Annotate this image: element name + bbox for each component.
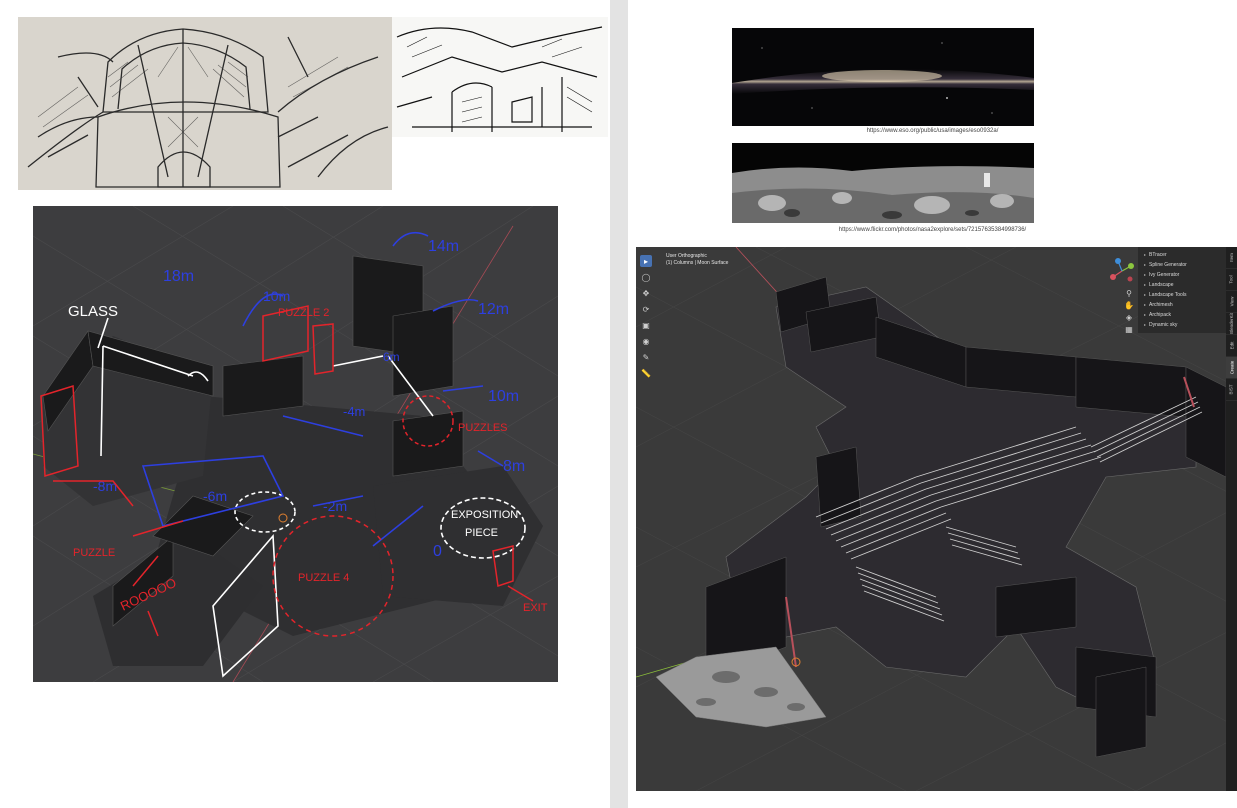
- right-page: https://www.eso.org/public/usa/images/es…: [628, 0, 1237, 808]
- addon-landscape[interactable]: ▸ Landscape: [1144, 280, 1220, 290]
- tab-create[interactable]: Create: [1226, 357, 1237, 379]
- rotate-tool-icon[interactable]: ⟳: [640, 303, 652, 315]
- note-12m: 12m: [478, 301, 509, 318]
- note-10m: 10m: [263, 288, 290, 304]
- image-caption-moon[interactable]: https://www.flickr.com/photos/nasa2explo…: [628, 227, 1237, 233]
- note-6m-b: -6m: [203, 488, 227, 504]
- navigation-controls: ⚲ ✋ ◈ ▦: [1123, 289, 1135, 337]
- tab-edit[interactable]: Edit: [1226, 335, 1237, 357]
- note-14m: 14m: [428, 238, 459, 255]
- addon-landscape-tools[interactable]: ▸ Landscape Tools: [1144, 290, 1220, 300]
- note-exposition: EXPOSITION: [451, 509, 518, 521]
- note-2m: -2m: [323, 498, 347, 514]
- tab-view[interactable]: View: [1226, 291, 1237, 313]
- note-puzzle-2: PUZZLE 2: [278, 307, 329, 319]
- zoom-icon[interactable]: ⚲: [1123, 289, 1135, 301]
- select-tool-icon[interactable]: ▸: [640, 255, 652, 267]
- cursor-tool-icon[interactable]: ◯: [640, 271, 652, 283]
- note-puzzle-4: PUZZLE 4: [298, 572, 349, 584]
- axis-gizmo[interactable]: [1108, 257, 1136, 285]
- addon-spline-generator[interactable]: ▸ Spline Generator: [1144, 260, 1220, 270]
- note-glass: GLASS: [68, 303, 118, 320]
- addon-ivy-generator[interactable]: ▸ Ivy Generator: [1144, 270, 1220, 280]
- addon-btracer[interactable]: ▸ BTracer: [1144, 250, 1220, 260]
- left-page: GLASS EXPOSITION PIECE 18m 10m 14m 12m 6…: [0, 0, 610, 808]
- viewport-header: User Orthographic (1) Columns | Moon Sur…: [666, 253, 728, 267]
- pan-hand-icon[interactable]: ✋: [1123, 301, 1135, 313]
- tab-bist[interactable]: BIST: [1226, 379, 1237, 401]
- create-panel: ▸ BTracer ▸ Spline Generator ▸ Ivy Generato…: [1138, 247, 1226, 333]
- note-6m: 6m: [383, 350, 400, 364]
- note-puzzle: PUZZLE: [73, 547, 115, 559]
- annotate-tool-icon[interactable]: ✎: [640, 351, 652, 363]
- tab-item[interactable]: Item: [1226, 247, 1237, 269]
- collection-label: (1) Columns | Moon Surface: [666, 260, 729, 266]
- image-caption-milky-way[interactable]: https://www.eso.org/public/usa/images/es…: [628, 128, 1237, 134]
- transform-tool-icon[interactable]: ◉: [640, 335, 652, 347]
- sketch-dome-image: [18, 17, 392, 190]
- addon-archipack[interactable]: ▸ Archipack: [1144, 310, 1220, 320]
- sketch-ink-image: [392, 17, 608, 137]
- sidebar-tabs: Item Tool View BlenderKit Edit Create BI…: [1226, 247, 1237, 791]
- note-puzzles: PUZZLES: [458, 422, 508, 434]
- camera-icon[interactable]: ◈: [1123, 313, 1135, 325]
- addon-archimesh[interactable]: ▸ Archimesh: [1144, 300, 1220, 310]
- note-zero: 0: [433, 543, 442, 560]
- moon-surface-panorama-image: [732, 143, 1034, 223]
- tab-blenderkit[interactable]: BlenderKit: [1226, 313, 1237, 335]
- note-4m: -4m: [343, 404, 365, 419]
- grid-icon[interactable]: ▦: [1123, 325, 1135, 337]
- note-10m-b: 10m: [488, 388, 519, 405]
- scale-tool-icon[interactable]: ▣: [640, 319, 652, 331]
- view-name: User Orthographic: [666, 253, 707, 259]
- note-8m: 8m: [503, 458, 525, 475]
- note-exit: EXIT: [523, 602, 548, 614]
- note-18m: 18m: [163, 268, 194, 285]
- page-gutter: [610, 0, 628, 808]
- tab-tool[interactable]: Tool: [1226, 269, 1237, 291]
- addon-dynamic-sky[interactable]: ▸ Dynamic sky: [1144, 320, 1220, 330]
- move-tool-icon[interactable]: ✥: [640, 287, 652, 299]
- milky-way-panorama-image: [732, 28, 1034, 126]
- tool-shelf: ▸ ◯ ✥ ⟳ ▣ ◉ ✎ 📏: [640, 255, 654, 383]
- blender-viewport[interactable]: User Orthographic (1) Columns | Moon Sur…: [636, 247, 1237, 791]
- measure-tool-icon[interactable]: 📏: [640, 367, 652, 379]
- annotated-floorplan-render: GLASS EXPOSITION PIECE 18m 10m 14m 12m 6…: [33, 206, 558, 682]
- note-piece: PIECE: [465, 527, 498, 539]
